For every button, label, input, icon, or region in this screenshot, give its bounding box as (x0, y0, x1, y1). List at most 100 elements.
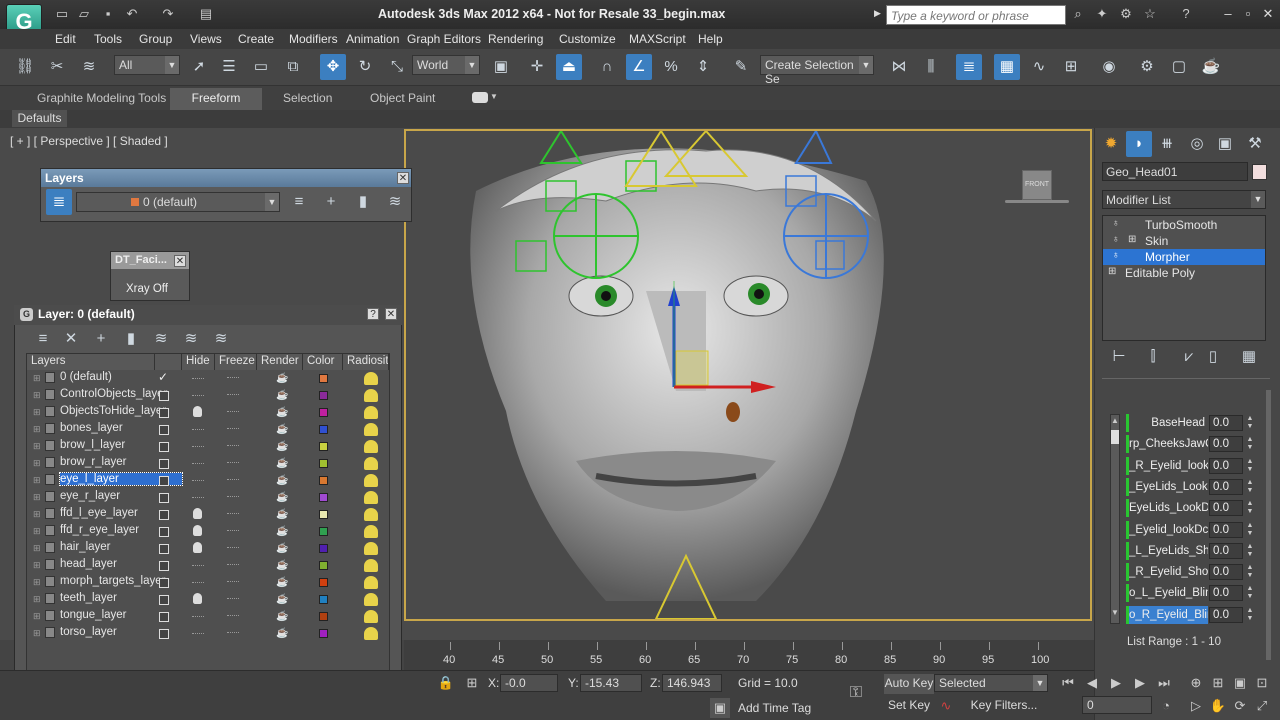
freeze-toggle[interactable] (227, 598, 239, 599)
layer-row[interactable]: ⊞ head_layer ☕ (27, 557, 389, 574)
render-production-icon[interactable]: ☕ (1198, 54, 1224, 80)
object-color-swatch[interactable] (1252, 164, 1267, 180)
favorites-icon[interactable]: ☆ (1142, 6, 1158, 22)
project-folder-icon[interactable]: ▤ (198, 6, 214, 22)
layer-row[interactable]: ⊞ hair_layer ☕ (27, 540, 389, 557)
current-frame-field[interactable]: 0 (1082, 696, 1152, 714)
morph-channel-value[interactable]: 0.0 (1209, 521, 1243, 538)
select-manipulate-icon[interactable]: ✛ (524, 54, 550, 80)
freeze-toggle[interactable] (227, 496, 239, 497)
add-time-tag-label[interactable]: Add Time Tag (738, 701, 811, 715)
motion-panel-icon[interactable]: ◎ (1184, 131, 1210, 157)
orbit-icon[interactable]: ⟳ (1230, 696, 1250, 716)
morph-channel-name[interactable]: EyeLids_LookD (1126, 499, 1208, 518)
morph-channel-value[interactable]: 0.0 (1209, 500, 1243, 517)
layer-row[interactable]: ⊞ morph_targets_layer ☕ (27, 574, 389, 591)
utilities-panel-icon[interactable]: ⚒ (1242, 131, 1268, 157)
select-and-move-icon[interactable]: ✥ (320, 54, 346, 80)
bulb-icon[interactable] (193, 525, 202, 536)
morph-channel-value[interactable]: 0.0 (1209, 585, 1243, 602)
teapot-icon[interactable]: ☕ (276, 390, 288, 401)
freeze-toggle[interactable] (227, 377, 239, 378)
freeze-toggle[interactable] (227, 445, 239, 446)
teapot-icon[interactable]: ☕ (276, 509, 288, 520)
radiosity-icon[interactable] (364, 372, 378, 385)
undo-icon[interactable]: ↶ (124, 6, 140, 22)
curve-editor-icon[interactable]: ∿ (1026, 54, 1052, 80)
morph-channel-name[interactable]: o_R_Eyelid_Blin (1126, 605, 1208, 624)
radiosity-icon[interactable] (364, 423, 378, 436)
layer-row[interactable]: ⊞ ffd_l_eye_layer ☕ (27, 506, 389, 523)
command-panel-scrollbar[interactable] (1266, 390, 1271, 660)
teapot-icon[interactable]: ☕ (276, 628, 288, 639)
tree-toggle-icon[interactable]: ⊞ (33, 543, 41, 554)
menu-animation[interactable]: Animation (346, 32, 399, 46)
menu-create[interactable]: Create (238, 32, 274, 46)
spinner-icon[interactable]: ▲ ▼ (1245, 436, 1255, 452)
layer-row[interactable]: ⊞ 0 (default) ✓ ☕ (27, 370, 389, 387)
bulb-icon[interactable]: ♁ (1112, 234, 1120, 245)
zoom-all-icon[interactable]: ⊞ (1208, 673, 1228, 693)
layer-color-swatch[interactable] (319, 629, 328, 638)
stack-item-turbosmooth[interactable]: TurboSmooth (1103, 217, 1265, 233)
search-input[interactable]: Type a keyword or phrase (886, 5, 1066, 25)
radiosity-icon[interactable] (364, 627, 378, 640)
layer-color-swatch[interactable] (319, 391, 328, 400)
layer-row[interactable]: ⊞ brow_r_layer ☕ (27, 455, 389, 472)
column-header-freeze[interactable]: Freeze (215, 354, 257, 370)
column-header-layers[interactable]: Layers (27, 354, 155, 370)
morph-channel-value[interactable]: 0.0 (1209, 542, 1243, 559)
radiosity-icon[interactable] (364, 508, 378, 521)
morph-channel-name[interactable]: _Eyelid_lookDc (1126, 520, 1208, 539)
tab-object-paint[interactable]: Object Paint (370, 91, 435, 105)
select-objects-in-layer-icon[interactable]: ▮ (350, 189, 376, 215)
layer-row[interactable]: ⊞ eye_l_layer ☕ (27, 472, 389, 489)
layer-color-swatch[interactable] (319, 561, 328, 570)
select-by-name-icon[interactable]: ☰ (216, 54, 242, 80)
tab-graphite-modeling-tools[interactable]: Graphite Modeling Tools (37, 91, 166, 105)
layer-color-swatch[interactable] (319, 544, 328, 553)
layer-manager-icon[interactable]: ≣ (46, 189, 72, 215)
layer-color-swatch[interactable] (319, 408, 328, 417)
radiosity-icon[interactable] (364, 440, 378, 453)
hierarchy-panel-icon[interactable]: ⧻ (1154, 131, 1180, 157)
set-current-checkbox[interactable] (159, 561, 169, 571)
tree-toggle-icon[interactable]: ⊞ (33, 373, 41, 384)
layer-row[interactable]: ⊞ torso_layer ☕ (27, 625, 389, 642)
freeze-toggle[interactable] (227, 428, 239, 429)
pin-stack-icon[interactable]: ⊢ (1106, 344, 1132, 370)
bulb-icon[interactable] (193, 406, 202, 417)
layer-manager-icon[interactable]: ≣ (956, 54, 982, 80)
window-crossing-icon[interactable]: ⧉ (280, 54, 306, 80)
morph-channel-name[interactable]: _R_Eyelid_Shoc (1126, 563, 1208, 582)
radiosity-icon[interactable] (364, 406, 378, 419)
set-current-checkbox[interactable] (159, 425, 169, 435)
layer-color-swatch[interactable] (319, 527, 328, 536)
named-selection-set-dropdown[interactable]: Create Selection Se ▼ (760, 55, 874, 86)
viewcube-compass[interactable] (1005, 200, 1069, 203)
hide-toggle[interactable] (192, 463, 204, 464)
z-coordinate-field[interactable]: 146.943 (662, 674, 722, 692)
display-panel-icon[interactable]: ▣ (1212, 131, 1238, 157)
select-and-rotate-icon[interactable]: ↻ (352, 54, 378, 80)
morph-channel-name[interactable]: _R_Eyelid_lookd (1126, 456, 1208, 475)
tree-toggle-icon[interactable]: ⊞ (33, 475, 41, 486)
freeze-toggle[interactable] (227, 547, 239, 548)
field-of-view-icon[interactable]: ▷ (1186, 696, 1206, 716)
tree-toggle-icon[interactable]: ⊞ (33, 577, 41, 588)
set-current-checkbox[interactable] (159, 544, 169, 554)
teapot-icon[interactable]: ☕ (276, 407, 288, 418)
material-editor-icon[interactable]: ◉ (1096, 54, 1122, 80)
delete-layer-icon[interactable]: ✕ (58, 326, 84, 352)
ribbon-options-icon[interactable] (472, 92, 488, 103)
freeze-toggle[interactable] (227, 615, 239, 616)
teapot-icon[interactable]: ☕ (276, 424, 288, 435)
binoculars-icon[interactable]: ⌕ (1070, 6, 1086, 22)
set-current-checkbox[interactable] (159, 527, 169, 537)
select-and-link-icon[interactable]: ⛓ (12, 54, 38, 80)
layer-row[interactable]: ⊞ teeth_layer ☕ (27, 591, 389, 608)
curve-icon[interactable]: ∿ (936, 696, 956, 716)
radiosity-icon[interactable] (364, 593, 378, 606)
schematic-view-icon[interactable]: ⊞ (1058, 54, 1084, 80)
menu-help[interactable]: Help (698, 32, 723, 46)
